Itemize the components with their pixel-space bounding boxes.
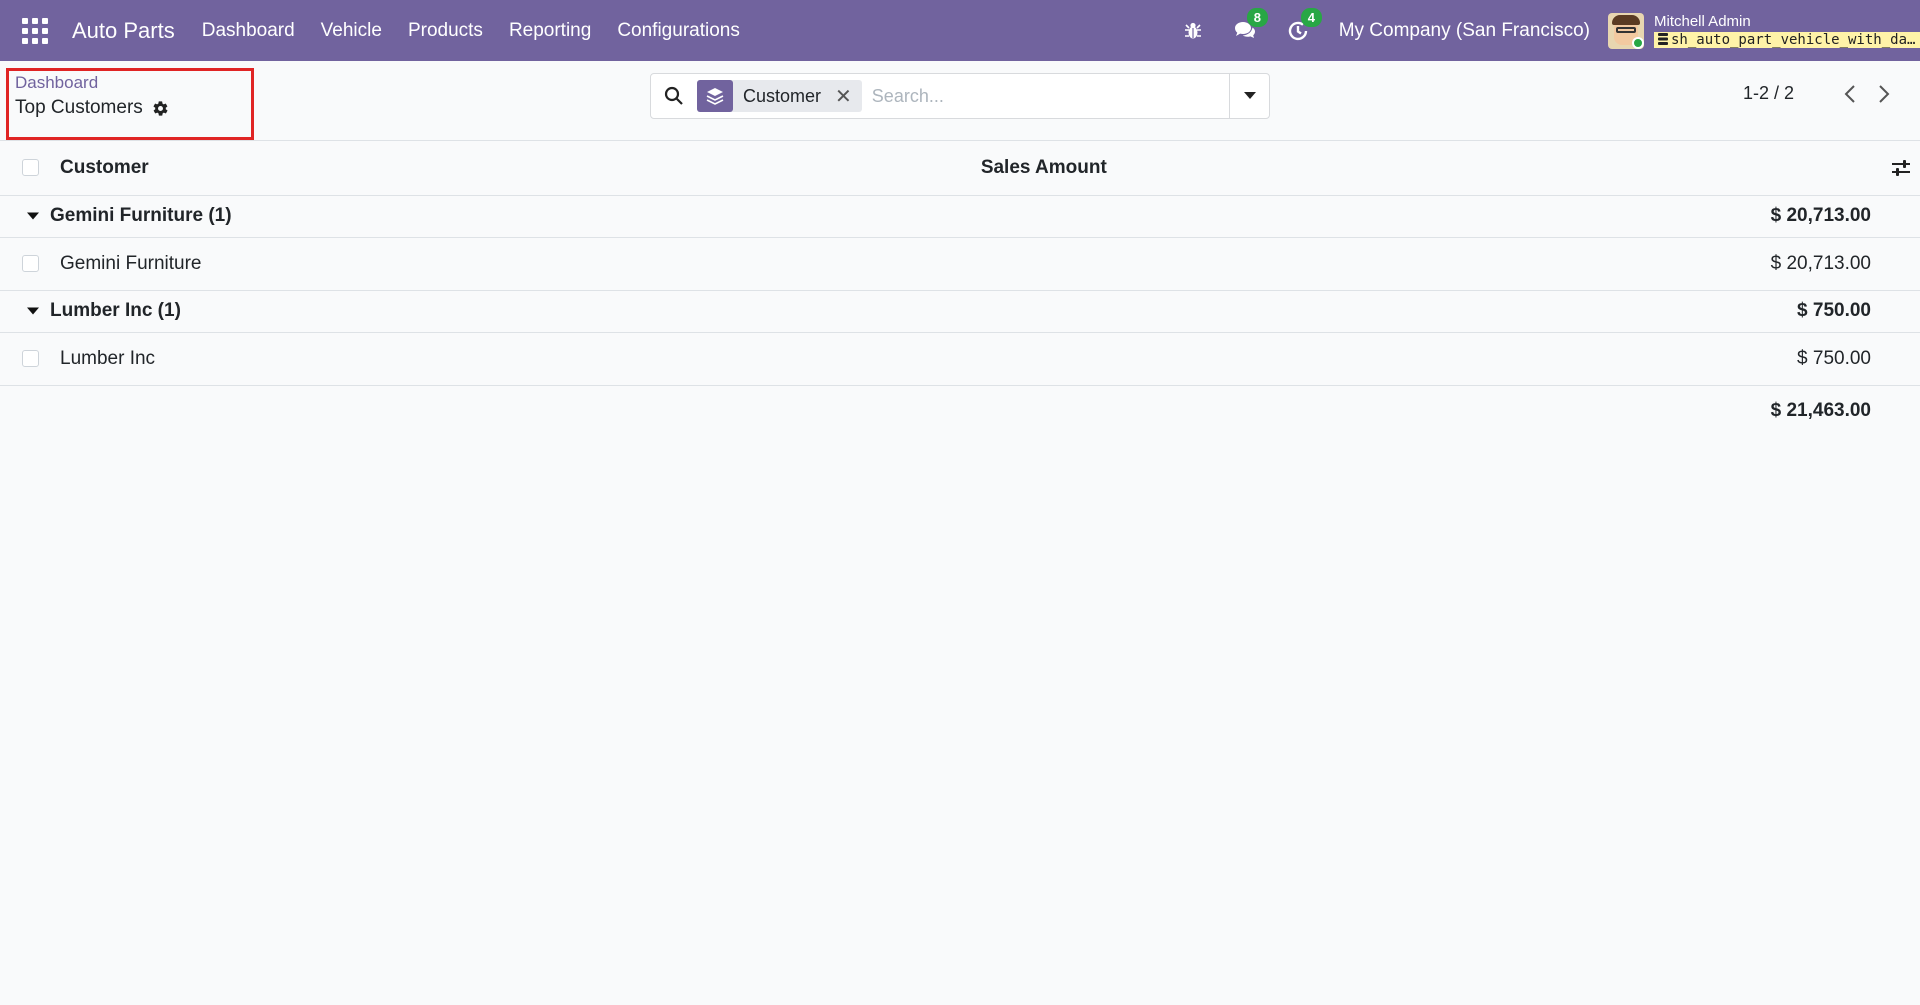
user-menu[interactable]: Mitchell Admin sh_auto_part_vehicle_with… (1608, 12, 1920, 49)
menu-vehicle[interactable]: Vehicle (321, 20, 382, 42)
search-options-toggle[interactable] (1229, 74, 1269, 118)
group-row[interactable]: Lumber Inc (1) $ 750.00 (0, 290, 1920, 332)
menu-dashboard[interactable]: Dashboard (202, 20, 295, 42)
control-panel: Dashboard Top Customers Customer ✕ 1-2 /… (0, 61, 1920, 141)
row-checkbox[interactable] (22, 254, 39, 272)
activities-count-badge: 4 (1300, 7, 1322, 27)
breadcrumb-current: Top Customers (15, 97, 169, 119)
debug-bug-icon[interactable] (1183, 21, 1203, 41)
pager: 1-2 / 2 (1743, 83, 1890, 104)
breadcrumb-dashboard-link[interactable]: Dashboard (15, 73, 98, 93)
activities-clock-icon[interactable]: 4 (1287, 7, 1322, 42)
facet-label: Customer (743, 85, 822, 106)
select-all-cell (0, 141, 60, 195)
sales-amount-cell: $ 750.00 (1797, 347, 1871, 369)
group-total: $ 20,713.00 (1770, 205, 1871, 226)
search-icon[interactable] (651, 86, 697, 106)
user-name: Mitchell Admin (1654, 12, 1751, 30)
grand-total-spacer (60, 385, 981, 437)
gear-icon[interactable] (152, 100, 169, 117)
layers-icon (697, 80, 733, 112)
group-row[interactable]: Gemini Furniture (1) $ 20,713.00 (0, 195, 1920, 237)
sales-amount-cell: $ 20,713.00 (1770, 252, 1871, 274)
column-header-sales-amount[interactable]: Sales Amount (981, 141, 1920, 195)
database-name-text: sh_auto_part_vehicle_with_dashboard (1671, 31, 1920, 48)
grand-total: $ 21,463.00 (1770, 400, 1871, 422)
row-select-cell (0, 332, 60, 385)
menu-products[interactable]: Products (408, 20, 483, 42)
app-name[interactable]: Auto Parts (72, 18, 175, 44)
pager-value[interactable]: 1-2 / 2 (1743, 83, 1794, 104)
menu-reporting[interactable]: Reporting (509, 20, 591, 42)
company-switcher[interactable]: My Company (San Francisco) (1339, 20, 1590, 42)
page-title: Top Customers (15, 97, 143, 118)
group-name: Gemini Furniture (1) (50, 205, 232, 226)
caret-down-icon (1243, 92, 1256, 99)
row-select-cell (0, 237, 60, 290)
caret-down-icon (27, 307, 39, 315)
messages-count-badge: 8 (1246, 7, 1268, 27)
group-header-cell: Lumber Inc (1) (0, 290, 981, 332)
table-row[interactable]: Gemini Furniture $ 20,713.00 (0, 237, 1920, 290)
avatar (1608, 12, 1644, 49)
pager-next-icon[interactable] (1878, 84, 1890, 104)
search-input[interactable] (871, 85, 1229, 107)
optional-columns-sliders-icon[interactable] (1892, 159, 1910, 176)
menu-configurations[interactable]: Configurations (617, 20, 740, 42)
search-facet-groupby: Customer ✕ (697, 80, 862, 112)
group-name: Lumber Inc (1) (50, 300, 181, 321)
apps-menu-icon[interactable] (20, 16, 50, 46)
customer-cell: Gemini Furniture (60, 252, 202, 274)
grand-total-spacer (0, 385, 60, 437)
list-view-table: Customer Sales Amount Gemini Furniture (… (0, 141, 1920, 437)
messages-chat-icon[interactable]: 8 (1233, 7, 1268, 42)
pager-previous-icon[interactable] (1844, 84, 1856, 104)
row-checkbox[interactable] (22, 349, 39, 367)
grand-total-row: $ 21,463.00 (0, 385, 1920, 437)
customer-cell: Lumber Inc (60, 347, 156, 369)
online-status-icon (1632, 36, 1644, 49)
group-header-cell: Gemini Furniture (1) (0, 195, 981, 237)
column-header-customer[interactable]: Customer (60, 141, 981, 195)
top-navbar: Auto Parts Dashboard Vehicle Products Re… (0, 0, 1920, 61)
search-bar: Customer ✕ (650, 73, 1270, 119)
close-icon[interactable]: ✕ (831, 84, 862, 109)
database-name: sh_auto_part_vehicle_with_dashboard (1654, 31, 1920, 48)
table-header: Customer Sales Amount (0, 141, 1920, 195)
select-all-checkbox[interactable] (22, 159, 39, 177)
column-header-sales-amount-label: Sales Amount (980, 156, 1107, 178)
caret-down-icon (27, 212, 39, 220)
group-total: $ 750.00 (1797, 300, 1871, 321)
table-row[interactable]: Lumber Inc $ 750.00 (0, 332, 1920, 385)
